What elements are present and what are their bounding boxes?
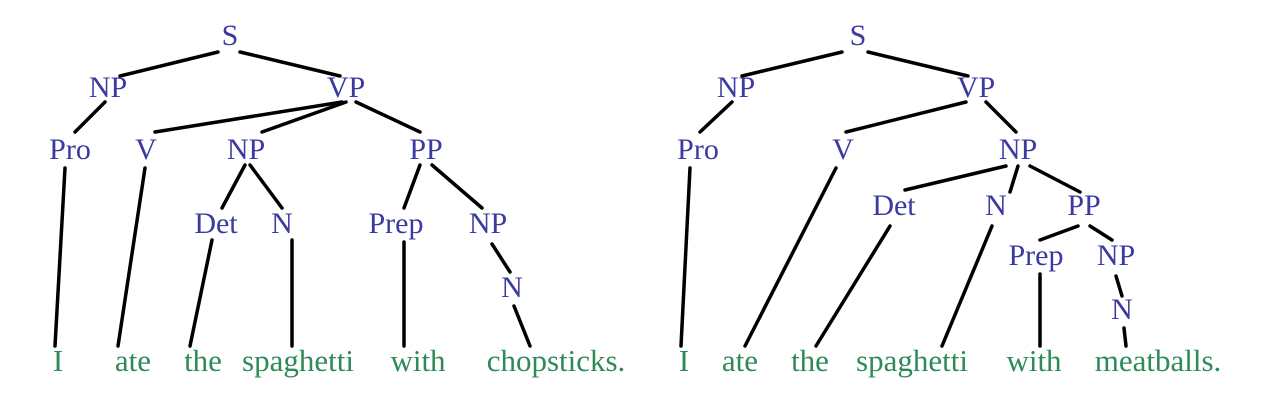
node-np-subject: NP xyxy=(717,71,755,104)
edge-np-n xyxy=(1008,164,1020,194)
node-v: V xyxy=(135,133,157,166)
edge-vp-v xyxy=(153,100,344,134)
edge-s-vp xyxy=(238,50,342,78)
edge-pro-word-i xyxy=(679,166,692,348)
word-ate: ate xyxy=(115,343,151,378)
edge-pp-np xyxy=(1088,224,1114,242)
node-n: N xyxy=(985,189,1007,222)
parse-tree-diagram: S NP VP Pro V NP PP Det N Prep NP N I at… xyxy=(0,0,1264,402)
edge-pp-prep xyxy=(1038,224,1080,242)
edge-det-word-the xyxy=(814,224,892,348)
word-spaghetti: spaghetti xyxy=(856,343,968,378)
node-np-object: NP xyxy=(227,133,265,166)
edge-nppp-n xyxy=(490,242,512,274)
edge-n-word-chopsticks xyxy=(512,304,532,348)
node-n-pp: N xyxy=(501,271,523,304)
word-the: the xyxy=(791,343,829,378)
node-n-pp: N xyxy=(1111,293,1133,326)
word-meatballs: meatballs. xyxy=(1095,343,1222,378)
word-with: with xyxy=(1006,343,1062,378)
node-np-object: NP xyxy=(999,133,1037,166)
node-vp: VP xyxy=(327,71,365,104)
word-the: the xyxy=(184,343,222,378)
node-prep: Prep xyxy=(1009,239,1064,272)
word-spaghetti: spaghetti xyxy=(242,343,354,378)
node-np-pp: NP xyxy=(469,207,507,240)
node-pp: PP xyxy=(409,133,442,166)
edge-s-np xyxy=(118,50,220,78)
node-det: Det xyxy=(872,189,916,222)
parse-tree-left: S NP VP Pro V NP PP Det N Prep NP N I at… xyxy=(49,19,625,378)
node-vp: VP xyxy=(957,71,995,104)
edge-np-det xyxy=(220,163,247,210)
edge-np-pro xyxy=(698,100,734,134)
node-pro: Pro xyxy=(49,133,91,166)
edge-vp-v xyxy=(844,100,968,134)
edge-vp-pp xyxy=(354,100,422,134)
word-i: I xyxy=(53,343,63,378)
node-s: S xyxy=(850,19,867,52)
edge-np-det xyxy=(903,164,1008,192)
edge-v-word-ate xyxy=(116,166,147,348)
word-chopsticks: chopsticks. xyxy=(487,343,626,378)
word-i: I xyxy=(679,343,689,378)
edge-pro-word-i xyxy=(53,166,67,348)
node-v: V xyxy=(832,133,854,166)
edge-det-word-the xyxy=(188,238,214,348)
node-s: S xyxy=(222,19,239,52)
edge-s-np xyxy=(740,50,844,78)
parse-tree-svg: S NP VP Pro V NP PP Det N Prep NP N I at… xyxy=(49,19,1221,378)
edge-pp-np xyxy=(430,163,484,210)
parse-tree-right: S NP VP Pro V NP Det N PP Prep NP N I at… xyxy=(677,19,1221,378)
node-pro: Pro xyxy=(677,133,719,166)
edge-n-word-spaghetti xyxy=(940,224,994,348)
edge-s-vp xyxy=(866,50,970,78)
edge-v-word-ate xyxy=(743,166,838,348)
node-det: Det xyxy=(194,207,238,240)
edge-pp-prep xyxy=(402,163,422,210)
edge-np-pro xyxy=(73,100,107,134)
edge-np-n xyxy=(248,163,284,210)
word-ate: ate xyxy=(722,343,758,378)
node-n: N xyxy=(271,207,293,240)
node-pp: PP xyxy=(1067,189,1100,222)
edge-vp-np xyxy=(984,100,1018,134)
node-prep: Prep xyxy=(369,207,424,240)
word-with: with xyxy=(390,343,446,378)
node-np-subject: NP xyxy=(89,71,127,104)
node-np-pp: NP xyxy=(1097,239,1135,272)
